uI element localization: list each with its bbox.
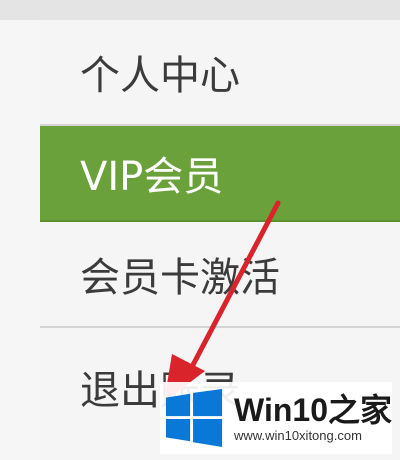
top-strip (0, 0, 400, 20)
watermark-url: www.win10xitong.com (234, 428, 362, 443)
menu-item-vip-member[interactable]: VIP会员 (40, 126, 400, 222)
windows-logo-icon (165, 388, 223, 448)
watermark: Win10之家 www.win10xitong.com (160, 382, 392, 454)
menu-item-label: VIP会员 (80, 154, 224, 200)
menu-item-card-activation[interactable]: 会员卡激活 (40, 222, 400, 328)
screen: 个人中心 VIP会员 会员卡激活 退出账录 Win10之家 www.win10x… (0, 0, 400, 460)
watermark-title: Win10之家 (234, 392, 392, 428)
menu-item-label: 个人中心 (80, 53, 240, 99)
menu-item-personal-center[interactable]: 个人中心 (40, 20, 400, 126)
left-gutter (0, 20, 41, 460)
menu-item-label: 会员卡激活 (80, 255, 280, 301)
